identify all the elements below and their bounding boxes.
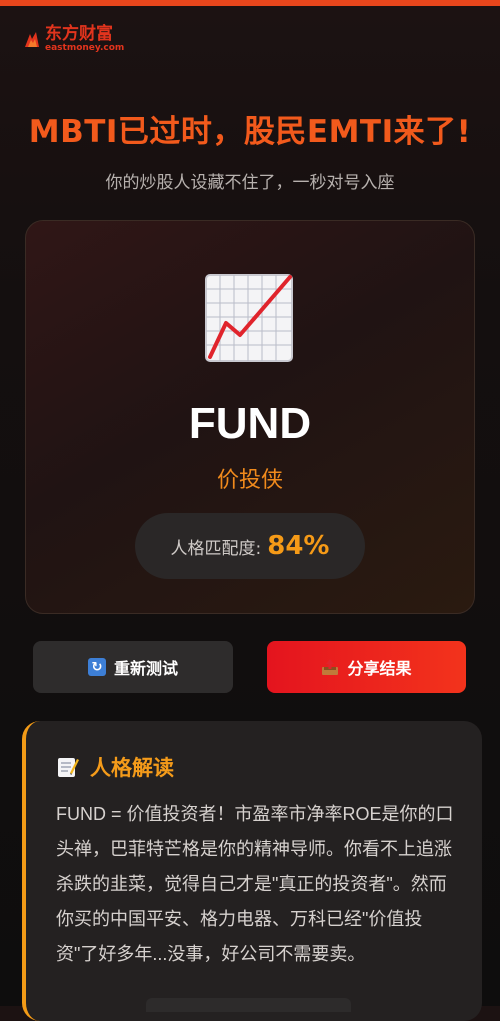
share-label: 分享结果 (347, 659, 412, 678)
match-score-badge: 人格匹配度: 84% (135, 513, 365, 579)
bottom-scroll-indicator (146, 998, 351, 1012)
refresh-icon: ↻ (87, 658, 106, 676)
brand-name-en: eastmoney.com (45, 43, 125, 53)
retest-button[interactable]: ↻ 重新测试 (33, 641, 233, 693)
result-card: FUND 价投侠 人格匹配度: 84% (25, 220, 475, 614)
brand-flame-icon (25, 31, 39, 47)
brand-logo: 东方财富 eastmoney.com (22, 26, 124, 53)
interpretation-card: 人格解读 FUND = 价值投资者！市盈率市净率ROE是你的口头禅，巴菲特芒格是… (22, 721, 482, 1021)
brand-name-cn: 东方财富 (45, 24, 113, 44)
match-label: 人格匹配度: (170, 538, 262, 559)
retest-label: 重新测试 (113, 659, 178, 678)
interpretation-title: 人格解读 (90, 756, 174, 780)
chart-increasing-icon (205, 274, 293, 362)
interpretation-header: 人格解读 (56, 752, 174, 782)
outbox-tray-icon (322, 659, 339, 675)
personality-name: 价投侠 (216, 468, 283, 493)
page-title: MBTI已过时，股民EMTI来了! (28, 114, 472, 150)
top-accent-bar (0, 0, 500, 6)
page-subtitle: 你的炒股人设藏不住了，一秒对号入座 (105, 173, 395, 193)
share-button[interactable]: 分享结果 (267, 641, 466, 693)
match-value: 84% (267, 531, 330, 561)
interpretation-text: FUND = 价值投资者！市盈率市净率ROE是你的口头禅，巴菲特芒格是你的精神导… (56, 804, 454, 964)
memo-icon (58, 758, 79, 777)
personality-code: FUND (188, 399, 312, 448)
